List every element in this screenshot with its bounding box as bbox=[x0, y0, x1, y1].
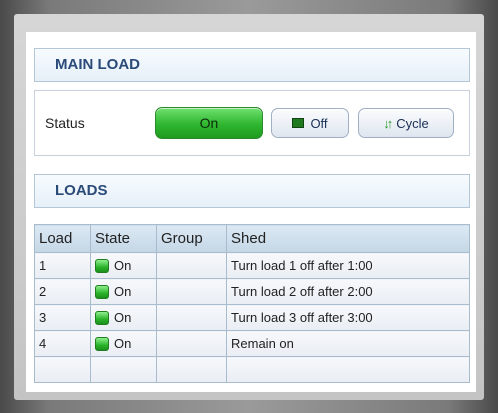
column-header-state: State bbox=[90, 224, 157, 253]
led-icon bbox=[95, 284, 109, 299]
state-cell: On bbox=[90, 330, 157, 357]
cycle-arrows-icon: ↓↑ bbox=[383, 115, 393, 131]
empty-cell bbox=[226, 356, 470, 383]
loads-table-header-row: Load State Group Shed bbox=[34, 224, 470, 253]
empty-cell bbox=[90, 356, 157, 383]
cycle-button[interactable]: ↓↑ Cycle bbox=[358, 108, 454, 138]
led-icon bbox=[95, 336, 109, 351]
loads-header: LOADS bbox=[34, 174, 470, 208]
state-text: On bbox=[114, 258, 132, 273]
shed-cell: Turn load 3 off after 3:00 bbox=[226, 304, 470, 331]
main-load-header: MAIN LOAD bbox=[34, 48, 470, 82]
led-icon bbox=[95, 258, 109, 273]
off-button[interactable]: Off bbox=[271, 108, 349, 138]
state-text: On bbox=[114, 284, 132, 299]
shed-cell: Turn load 1 off after 1:00 bbox=[226, 252, 470, 279]
table-row[interactable]: 1 On Turn load 1 off after 1:00 bbox=[34, 252, 470, 279]
main-load-status-box: Status On Off ↓↑ Cycle bbox=[34, 90, 470, 156]
stop-icon bbox=[292, 118, 305, 128]
state-cell: On bbox=[90, 304, 157, 331]
group-cell bbox=[156, 304, 227, 331]
table-row[interactable]: 4 On Remain on bbox=[34, 330, 470, 357]
state-cell: On bbox=[90, 252, 157, 279]
table-row-empty bbox=[34, 356, 470, 383]
load-number: 1 bbox=[34, 252, 91, 279]
group-cell bbox=[156, 278, 227, 305]
load-number: 4 bbox=[34, 330, 91, 357]
on-button[interactable]: On bbox=[155, 107, 263, 139]
column-header-load: Load bbox=[34, 224, 91, 253]
state-text: On bbox=[114, 310, 132, 325]
cycle-button-label: Cycle bbox=[396, 115, 429, 131]
load-number: 2 bbox=[34, 278, 91, 305]
load-number: 3 bbox=[34, 304, 91, 331]
empty-cell bbox=[34, 356, 91, 383]
group-cell bbox=[156, 330, 227, 357]
empty-cell bbox=[156, 356, 227, 383]
state-cell: On bbox=[90, 278, 157, 305]
status-label: Status bbox=[45, 115, 85, 131]
state-text: On bbox=[114, 336, 132, 351]
off-button-label: Off bbox=[310, 115, 328, 131]
group-cell bbox=[156, 252, 227, 279]
loads-table: Load State Group Shed 1 On Turn load 1 o… bbox=[34, 224, 470, 383]
table-row[interactable]: 3 On Turn load 3 off after 3:00 bbox=[34, 304, 470, 331]
main-load-title: MAIN LOAD bbox=[55, 56, 140, 73]
column-header-group: Group bbox=[156, 224, 227, 253]
led-icon bbox=[95, 310, 109, 325]
on-button-label: On bbox=[199, 115, 219, 131]
shed-cell: Turn load 2 off after 2:00 bbox=[226, 278, 470, 305]
column-header-shed: Shed bbox=[226, 224, 470, 253]
shed-cell: Remain on bbox=[226, 330, 470, 357]
load-control-panel: MAIN LOAD Status On Off ↓↑ Cycle LOADS L… bbox=[26, 32, 476, 392]
table-row[interactable]: 2 On Turn load 2 off after 2:00 bbox=[34, 278, 470, 305]
loads-title: LOADS bbox=[55, 182, 108, 199]
